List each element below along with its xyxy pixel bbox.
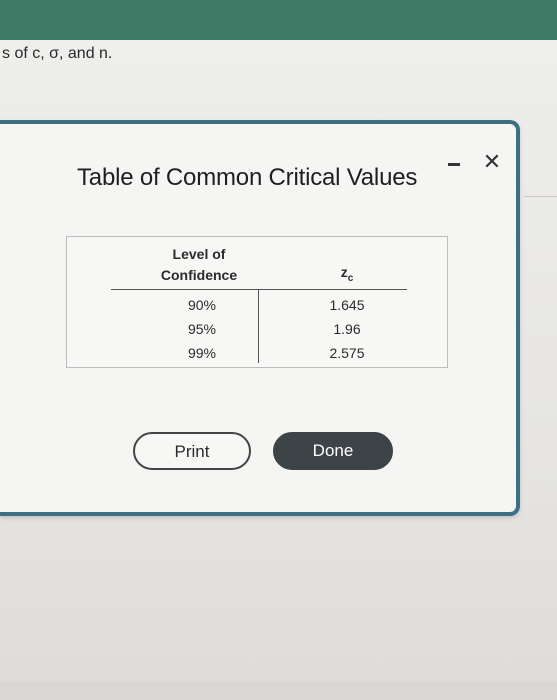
background-divider xyxy=(524,196,557,197)
dialog-title: Table of Common Critical Values xyxy=(77,164,418,191)
critical-values-table: Level of Confidence zc 90% 95% 99% 1.645… xyxy=(66,236,448,368)
bottom-strip xyxy=(0,682,557,700)
table-cell-confidence: 95% xyxy=(187,321,217,337)
background-question-text: s of c, σ, and n. xyxy=(2,45,113,62)
zc-column: 1.645 1.96 2.575 xyxy=(317,293,377,365)
print-button[interactable]: Print xyxy=(133,432,251,470)
header-level-of-confidence: Level of Confidence xyxy=(160,246,238,283)
table-cell-confidence: 99% xyxy=(187,345,217,361)
top-banner xyxy=(0,0,557,40)
column-divider xyxy=(258,289,259,363)
table-cell-zc: 2.575 xyxy=(329,345,365,361)
close-icon[interactable]: ✕ xyxy=(480,150,504,174)
table-cell-confidence: 90% xyxy=(187,297,217,313)
header-z-subscript: c xyxy=(347,272,354,284)
header-z-critical: zc xyxy=(322,264,372,284)
table-cell-zc: 1.645 xyxy=(329,297,365,313)
critical-values-dialog: Table of Common Critical Values ✕ Level … xyxy=(0,120,520,516)
done-button[interactable]: Done xyxy=(273,432,393,470)
header-rule xyxy=(111,289,407,290)
header-z-letter: z xyxy=(340,264,348,280)
minimize-icon[interactable] xyxy=(444,159,464,173)
confidence-column: 90% 95% 99% xyxy=(167,293,237,365)
table-cell-zc: 1.96 xyxy=(333,321,361,337)
